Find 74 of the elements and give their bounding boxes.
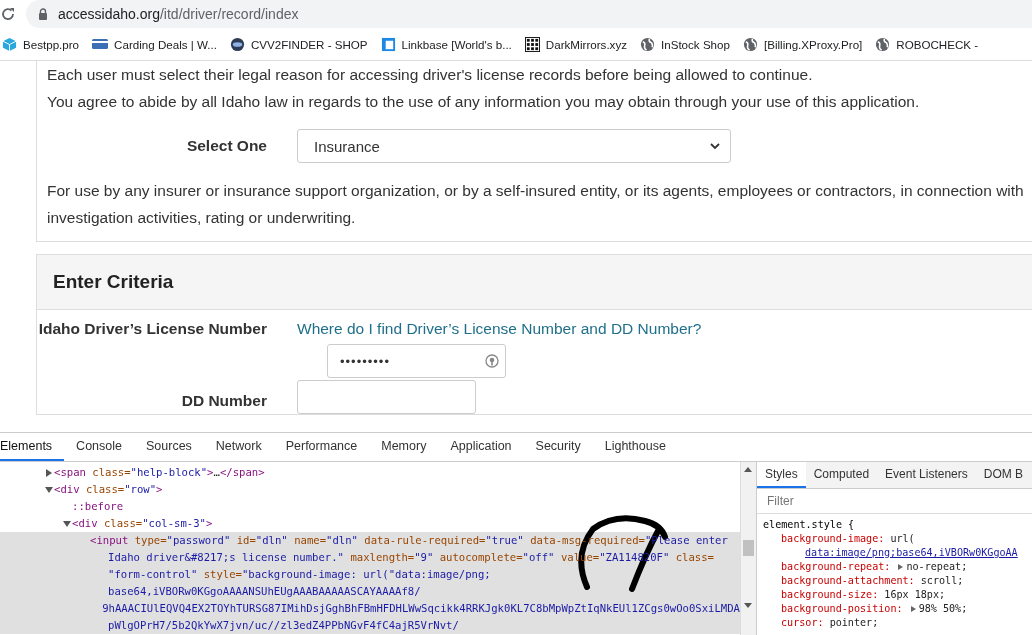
section-header: Enter Criteria xyxy=(37,255,1032,310)
css-value: 98% 50%; xyxy=(918,603,968,614)
devtools-tab[interactable]: Performance xyxy=(273,433,370,461)
intro-text: Each user must select their legal reason for accessing driver's license records before being allowed to continue. You agree to abide by all Idaho law in regards to the use of any information you may obtain through your use of this application. xyxy=(47,65,921,112)
code-line: "form-control" style="background-image: url("data:image/png; xyxy=(108,567,491,582)
reason-select[interactable]: Insurance xyxy=(297,129,731,163)
globe-icon xyxy=(742,36,758,52)
devtools-tab[interactable]: Network xyxy=(203,433,274,461)
devtools-tab[interactable]: Elements xyxy=(0,433,65,461)
field-label: Idaho Driver’s License Number xyxy=(37,320,268,338)
bookmark-item[interactable]: CVV2FINDER - SHOP xyxy=(229,36,368,52)
data-uri-link[interactable]: data:image/png;base64,iVBORw0KGgoAA xyxy=(805,546,1018,560)
styles-tab[interactable]: Styles xyxy=(757,462,806,488)
code-line: 9hAAACIUlEQVQ4EX2TOYhTURSG87IMihDsjGghBhFBmHFDHLWwSqcikk4RRKJgk0KL7C8bMpWpZtIqNkEUl1ZCgs0wOo0SxiLMDA xyxy=(102,601,740,616)
disc-icon xyxy=(229,36,245,52)
css-value: scroll; xyxy=(920,575,964,586)
css-property: cursor: xyxy=(781,617,824,628)
window-icon xyxy=(380,36,396,52)
scrollbar-thumb[interactable] xyxy=(743,540,754,556)
lock-icon xyxy=(38,8,48,20)
devtools-tab[interactable]: Memory xyxy=(369,433,439,461)
styles-tab[interactable]: Event Listeners xyxy=(877,462,976,488)
dd-number-field[interactable] xyxy=(297,380,476,414)
css-value: url( xyxy=(890,533,915,544)
code-line: ::before xyxy=(72,499,124,514)
code-line: <div class="row"> xyxy=(54,482,163,497)
code-line: pWlgOPrH7/5b2QkYwX7jvn/uc//zl3edZ4PPbNGvF4fC4ajR5VrNvt/ xyxy=(108,618,459,633)
css-selector: element.style { xyxy=(763,518,856,532)
chevron-down-icon xyxy=(710,142,720,150)
devtools-tab[interactable]: Application xyxy=(438,433,524,461)
devtools-tab[interactable]: Console xyxy=(64,433,134,461)
css-value: 16px 18px; xyxy=(884,589,946,600)
collapse-triangle-icon[interactable] xyxy=(45,486,53,493)
code-line: <div class="col-sm-3"> xyxy=(72,516,213,531)
scroll-up-icon[interactable] xyxy=(744,467,752,472)
bookmark-item[interactable]: Carding Deals | W... xyxy=(92,37,217,51)
styles-tab[interactable]: DOM B xyxy=(975,462,1032,488)
field-label: DD Number xyxy=(180,391,268,410)
css-value: no-repeat; xyxy=(906,561,968,572)
css-property: background-image: xyxy=(781,533,885,544)
css-property: background-position: xyxy=(781,603,903,614)
bookmark-item[interactable]: Linkbase [World's b... xyxy=(380,36,512,52)
grid-icon xyxy=(524,36,540,52)
css-property: background-attachment: xyxy=(781,575,915,586)
bookmark-item[interactable]: Bestpp.pro xyxy=(2,36,80,52)
bookmark-item[interactable]: ROBOCHECK - xyxy=(875,36,979,52)
card-icon xyxy=(92,38,109,50)
help-link[interactable]: Where do I find Driver’s License Number and DD Number? xyxy=(297,320,702,338)
css-property: background-repeat: xyxy=(781,561,891,572)
bookmark-item[interactable]: InStock Shop xyxy=(640,36,730,52)
expand-triangle-icon[interactable] xyxy=(46,468,52,477)
devtools-tab[interactable]: Lighthouse xyxy=(592,433,678,461)
scroll-down-icon[interactable] xyxy=(744,603,752,608)
expand-triangle-icon[interactable] xyxy=(910,606,916,612)
css-property: background-size: xyxy=(781,589,879,600)
reload-icon[interactable] xyxy=(0,6,16,22)
bookmark-item[interactable]: [Billing.XProxy.Pro] xyxy=(742,36,863,52)
license-number-field[interactable]: ••••••••• xyxy=(327,344,506,378)
devtools-tab[interactable]: Security xyxy=(523,433,593,461)
bookmark-item[interactable]: DarkMirrors.xyz xyxy=(524,36,627,52)
key-icon[interactable] xyxy=(485,354,499,368)
globe-icon xyxy=(875,36,891,52)
scrollbar[interactable] xyxy=(740,462,756,635)
expand-triangle-icon[interactable] xyxy=(898,564,904,570)
css-value: pointer; xyxy=(829,617,879,628)
field-label: Select One xyxy=(185,137,268,155)
devtools-tab[interactable]: Sources xyxy=(134,433,204,461)
styles-tab[interactable]: Computed xyxy=(805,462,878,488)
reason-description: For use by any insurer or insurance support organization, or by a self-insured entity, or its agents, employees or contractors, in connection with investigation activities, rating or underwriting. xyxy=(47,181,1025,228)
code-line: <span class="help-block">…</span> xyxy=(54,465,265,480)
code-line: base64,iVBORw0KGgoAAAANSUhEUgAAABAAAAASCAYAAAAf8/ xyxy=(108,584,421,599)
collapse-triangle-icon[interactable] xyxy=(63,520,71,527)
globe-icon xyxy=(640,36,655,52)
address-bar[interactable]: accessidaho.org/itd/driver/record/index xyxy=(26,0,1032,28)
